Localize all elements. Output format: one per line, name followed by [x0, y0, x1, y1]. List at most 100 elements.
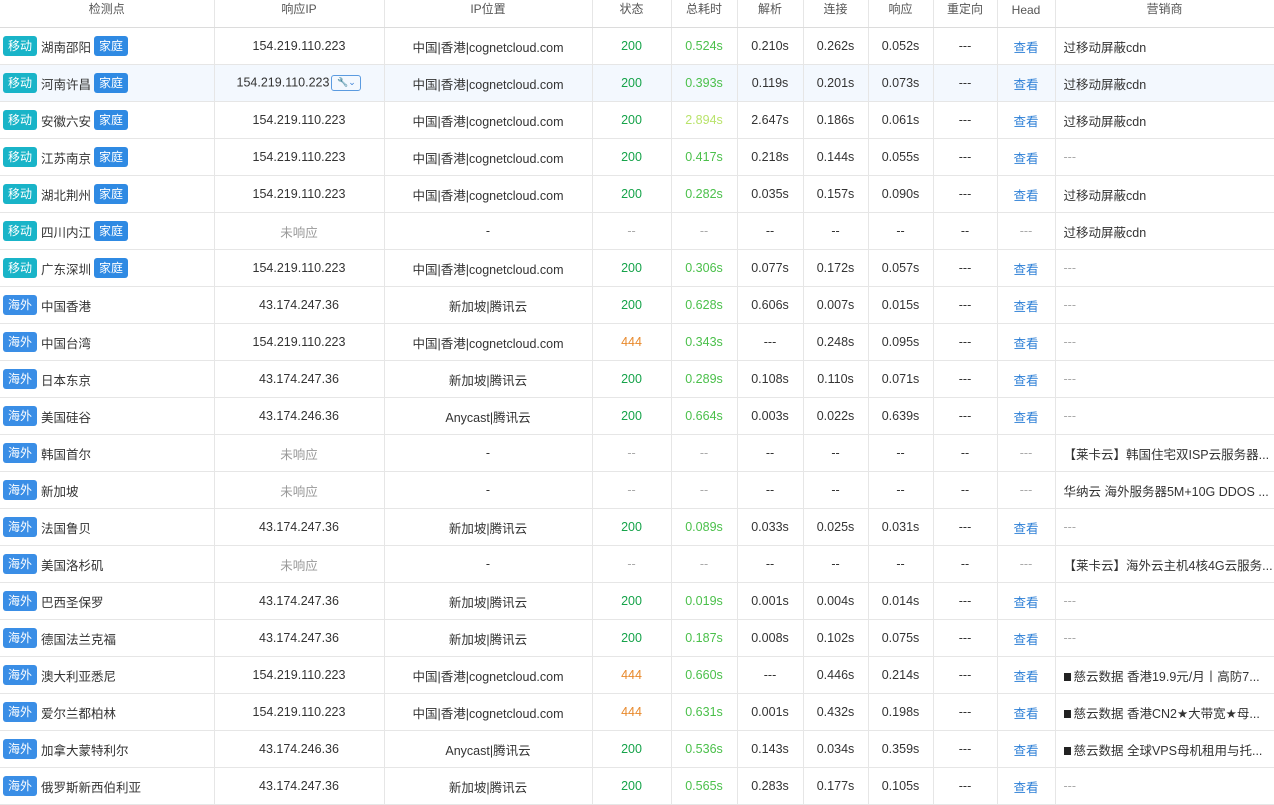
column-header[interactable]: 检测点: [0, 0, 215, 28]
node-cell: 移动 广东深圳 家庭: [0, 249, 215, 287]
response-ip: 未响应: [280, 225, 318, 240]
table-row[interactable]: 海外 爱尔兰都柏林 154.219.110.223 中国|香港|cognetcloud…: [0, 693, 1274, 731]
wrench-dropdown-icon[interactable]: 🔧⌄: [331, 75, 362, 91]
column-header[interactable]: 营销商: [1055, 0, 1274, 28]
marketing-message[interactable]: 慈云数据 全球VPS母机租用与托...: [1055, 730, 1274, 768]
redirect-count: ---: [933, 360, 998, 398]
table-row[interactable]: 海外 日本东京 43.174.247.36 新加坡|腾讯云 200 0.289s 0.108…: [0, 360, 1274, 398]
table-row[interactable]: 海外 中国台湾 154.219.110.223 中国|香港|cognetcloud.c…: [0, 323, 1274, 361]
node-cell: 海外 中国台湾: [0, 323, 215, 361]
head-link[interactable]: 查看: [997, 656, 1056, 694]
head-link[interactable]: 查看: [997, 397, 1056, 435]
head-link[interactable]: 查看: [997, 619, 1056, 657]
status-code: 444: [592, 656, 672, 694]
table-row[interactable]: 海外 加拿大蒙特利尔 43.174.246.36 Anycast|腾讯云 200 0.53…: [0, 730, 1274, 768]
ip-location: 新加坡|腾讯云: [384, 286, 593, 324]
marketing-message[interactable]: 过移动屏蔽cdn: [1055, 27, 1274, 65]
table-row[interactable]: 海外 美国硅谷 43.174.246.36 Anycast|腾讯云 200 0.664s 0…: [0, 397, 1274, 435]
column-header[interactable]: 重定向: [933, 0, 998, 28]
redirect-count: ---: [933, 693, 998, 731]
marketing-message[interactable]: 慈云数据 香港CN2★大带宽★母...: [1055, 693, 1274, 731]
line-type-badge: 海外: [3, 665, 38, 685]
node-cell: 海外 新加坡: [0, 471, 215, 509]
table-row[interactable]: 海外 中国香港 43.174.247.36 新加坡|腾讯云 200 0.628s 0.606…: [0, 286, 1274, 324]
table-row[interactable]: 移动 广东深圳 家庭 154.219.110.223 中国|香港|cognetcloud…: [0, 249, 1274, 287]
marketing-message: ---: [1055, 323, 1274, 361]
head-link[interactable]: 查看: [997, 27, 1056, 65]
head-link[interactable]: 查看: [997, 286, 1056, 324]
line-type-badge: 海外: [3, 554, 38, 574]
column-header[interactable]: 响应: [868, 0, 934, 28]
marketing-text: ---: [1063, 150, 1077, 164]
response-ip-cell: 154.219.110.223: [214, 249, 385, 287]
marketing-message[interactable]: 【莱卡云】韩国住宅双ISP云服务器...: [1055, 434, 1274, 472]
table-row[interactable]: 海外 俄罗斯新西伯利亚 43.174.247.36 新加坡|腾讯云 200 0.565s 0…: [0, 767, 1274, 805]
connect-time: 0.102s: [803, 619, 869, 657]
table-row[interactable]: 海外 巴西圣保罗 43.174.247.36 新加坡|腾讯云 200 0.019s 0.00…: [0, 582, 1274, 620]
head-link[interactable]: 查看: [997, 360, 1056, 398]
status-code: --: [592, 545, 672, 583]
marketing-message[interactable]: 过移动屏蔽cdn: [1055, 175, 1274, 213]
node-cell: 移动 河南许昌 家庭: [0, 64, 215, 102]
response-ip: 43.174.247.36: [259, 372, 339, 386]
response-ip-cell: 154.219.110.223: [214, 175, 385, 213]
head-link[interactable]: 查看: [997, 323, 1056, 361]
node-cell: 海外 美国硅谷: [0, 397, 215, 435]
table-row[interactable]: 海外 德国法兰克福 43.174.247.36 新加坡|腾讯云 200 0.187s 0.0…: [0, 619, 1274, 657]
dns-time: 0.035s: [737, 175, 804, 213]
head-link[interactable]: 查看: [997, 64, 1056, 102]
head-link[interactable]: 查看: [997, 582, 1056, 620]
home-badge: 家庭: [94, 258, 129, 278]
redirect-count: ---: [933, 101, 998, 139]
table-row[interactable]: 海外 澳大利亚悉尼 154.219.110.223 中国|香港|cognetcloud…: [0, 656, 1274, 694]
table-row[interactable]: 海外 新加坡 未响应 - -- -- -- -- -- -- --- 华纳云 海外服务器5M+10G …: [0, 471, 1274, 509]
redirect-count: ---: [933, 27, 998, 65]
marketing-message[interactable]: 过移动屏蔽cdn: [1055, 212, 1274, 250]
table-row[interactable]: 海外 美国洛杉矶 未响应 - -- -- -- -- -- -- --- 【莱卡云】海外云主机4核4G…: [0, 545, 1274, 583]
home-badge: 家庭: [94, 73, 129, 93]
column-header[interactable]: 连接: [803, 0, 869, 28]
marketing-message[interactable]: 过移动屏蔽cdn: [1055, 64, 1274, 102]
head-link[interactable]: 查看: [997, 508, 1056, 546]
table-row[interactable]: 移动 河南许昌 家庭 154.219.110.223 🔧⌄ 中国|香港|cognetclo…: [0, 64, 1274, 102]
status-code: 200: [592, 730, 672, 768]
marketing-message[interactable]: 华纳云 海外服务器5M+10G DDOS ...: [1055, 471, 1274, 509]
line-type-badge: 海外: [3, 443, 38, 463]
head-link[interactable]: 查看: [997, 693, 1056, 731]
total-time: 0.393s: [671, 64, 738, 102]
redirect-count: ---: [933, 767, 998, 805]
head-link[interactable]: 查看: [997, 175, 1056, 213]
marketing-message[interactable]: 【莱卡云】海外云主机4核4G云服务...: [1055, 545, 1274, 583]
total-time: 0.628s: [671, 286, 738, 324]
table-row[interactable]: 海外 韩国首尔 未响应 - -- -- -- -- -- -- --- 【莱卡云】韩国住宅双ISP云服…: [0, 434, 1274, 472]
redirect-count: ---: [933, 64, 998, 102]
table-row[interactable]: 移动 湖北荆州 家庭 154.219.110.223 中国|香港|cognetcloud…: [0, 175, 1274, 213]
response-ip-cell: 154.219.110.223: [214, 323, 385, 361]
head-link[interactable]: 查看: [997, 101, 1056, 139]
node-location: 韩国首尔: [41, 447, 92, 462]
marketing-message[interactable]: 慈云数据 香港19.9元/月丨高防7...: [1055, 656, 1274, 694]
line-type-badge: 海外: [3, 739, 38, 759]
table-row[interactable]: 移动 江苏南京 家庭 154.219.110.223 中国|香港|cognetcloud…: [0, 138, 1274, 176]
column-header[interactable]: 状态: [592, 0, 672, 28]
response-ip-cell: 43.174.247.36: [214, 286, 385, 324]
node-location: 安徽六安: [41, 114, 92, 129]
table-row[interactable]: 移动 安徽六安 家庭 154.219.110.223 中国|香港|cognetcloud…: [0, 101, 1274, 139]
column-header[interactable]: 总耗时: [671, 0, 738, 28]
head-link[interactable]: 查看: [997, 730, 1056, 768]
marketing-text: ---: [1063, 594, 1077, 608]
column-header[interactable]: 响应IP: [214, 0, 385, 28]
column-header[interactable]: 解析: [737, 0, 804, 28]
table-row[interactable]: 海外 法国鲁贝 43.174.247.36 新加坡|腾讯云 200 0.089s 0.033…: [0, 508, 1274, 546]
head-link[interactable]: 查看: [997, 249, 1056, 287]
marketing-message[interactable]: 过移动屏蔽cdn: [1055, 101, 1274, 139]
marketing-message: ---: [1055, 360, 1274, 398]
column-header[interactable]: Head: [997, 0, 1056, 28]
response-ip: 154.219.110.223: [252, 187, 346, 201]
table-row[interactable]: 移动 四川内江 家庭 未响应 - -- -- -- -- -- -- --- 过移动屏蔽cdn: [0, 212, 1274, 250]
table-row[interactable]: 移动 湖南邵阳 家庭 154.219.110.223 中国|香港|cognetcloud…: [0, 27, 1274, 65]
head-link[interactable]: 查看: [997, 767, 1056, 805]
head-link[interactable]: 查看: [997, 138, 1056, 176]
column-header[interactable]: IP位置: [384, 0, 593, 28]
total-time: 0.524s: [671, 27, 738, 65]
